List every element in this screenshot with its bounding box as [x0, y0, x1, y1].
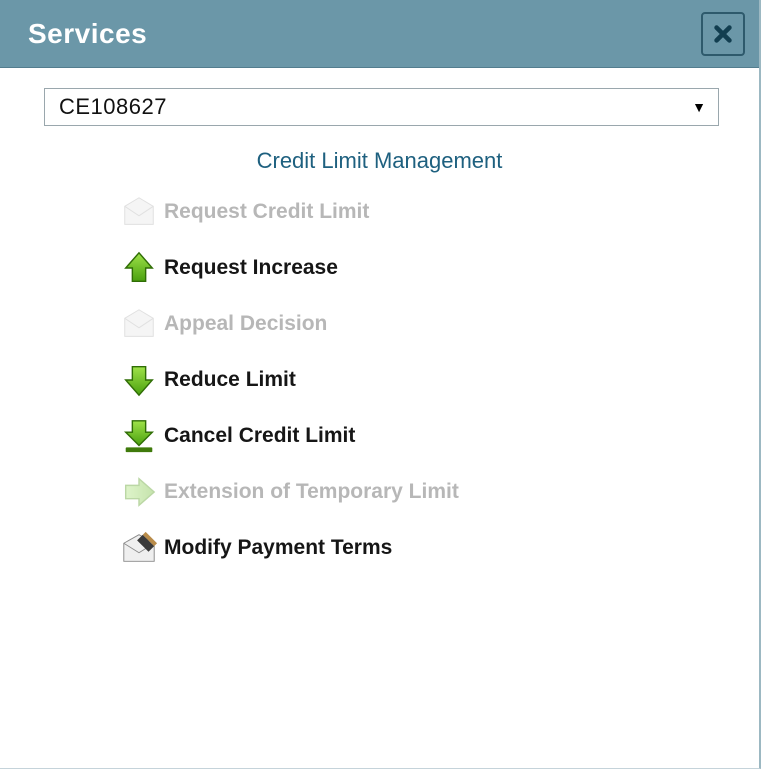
- arrow-right-icon: [120, 473, 158, 511]
- arrow-down-icon: [120, 361, 158, 399]
- chevron-down-icon: ▼: [692, 99, 706, 115]
- menu-item-appeal-decision: Appeal Decision: [120, 296, 739, 352]
- menu-item-request-credit-limit: Request Credit Limit: [120, 184, 739, 240]
- account-select-value: CE108627: [59, 94, 167, 120]
- account-select[interactable]: CE108627 ▼: [44, 88, 719, 126]
- menu-item-label: Modify Payment Terms: [164, 536, 392, 560]
- arrow-down-bar-icon: [120, 417, 158, 455]
- menu-item-request-increase[interactable]: Request Increase: [120, 240, 739, 296]
- menu-item-label: Cancel Credit Limit: [164, 424, 355, 448]
- menu-item-label: Extension of Temporary Limit: [164, 480, 459, 504]
- modal-title: Services: [28, 18, 147, 50]
- close-button[interactable]: [701, 12, 745, 56]
- envelope-pencil-icon: [120, 529, 158, 567]
- menu-item-label: Request Credit Limit: [164, 200, 369, 224]
- envelope-icon: [120, 305, 158, 343]
- envelope-icon: [120, 193, 158, 231]
- close-icon: [712, 23, 734, 45]
- menu-item-label: Request Increase: [164, 256, 338, 280]
- menu-item-extension-temporary-limit: Extension of Temporary Limit: [120, 464, 739, 520]
- arrow-up-icon: [120, 249, 158, 287]
- menu-item-label: Appeal Decision: [164, 312, 327, 336]
- menu-item-modify-payment-terms[interactable]: Modify Payment Terms: [120, 520, 739, 576]
- menu-item-label: Reduce Limit: [164, 368, 296, 392]
- menu-item-cancel-credit-limit[interactable]: Cancel Credit Limit: [120, 408, 739, 464]
- modal-header: Services: [0, 0, 759, 68]
- menu-item-reduce-limit[interactable]: Reduce Limit: [120, 352, 739, 408]
- section-title: Credit Limit Management: [20, 148, 739, 174]
- modal-body: CE108627 ▼ Credit Limit Management Reque…: [0, 68, 759, 576]
- services-menu: Request Credit Limit Request Increase Ap…: [120, 184, 739, 576]
